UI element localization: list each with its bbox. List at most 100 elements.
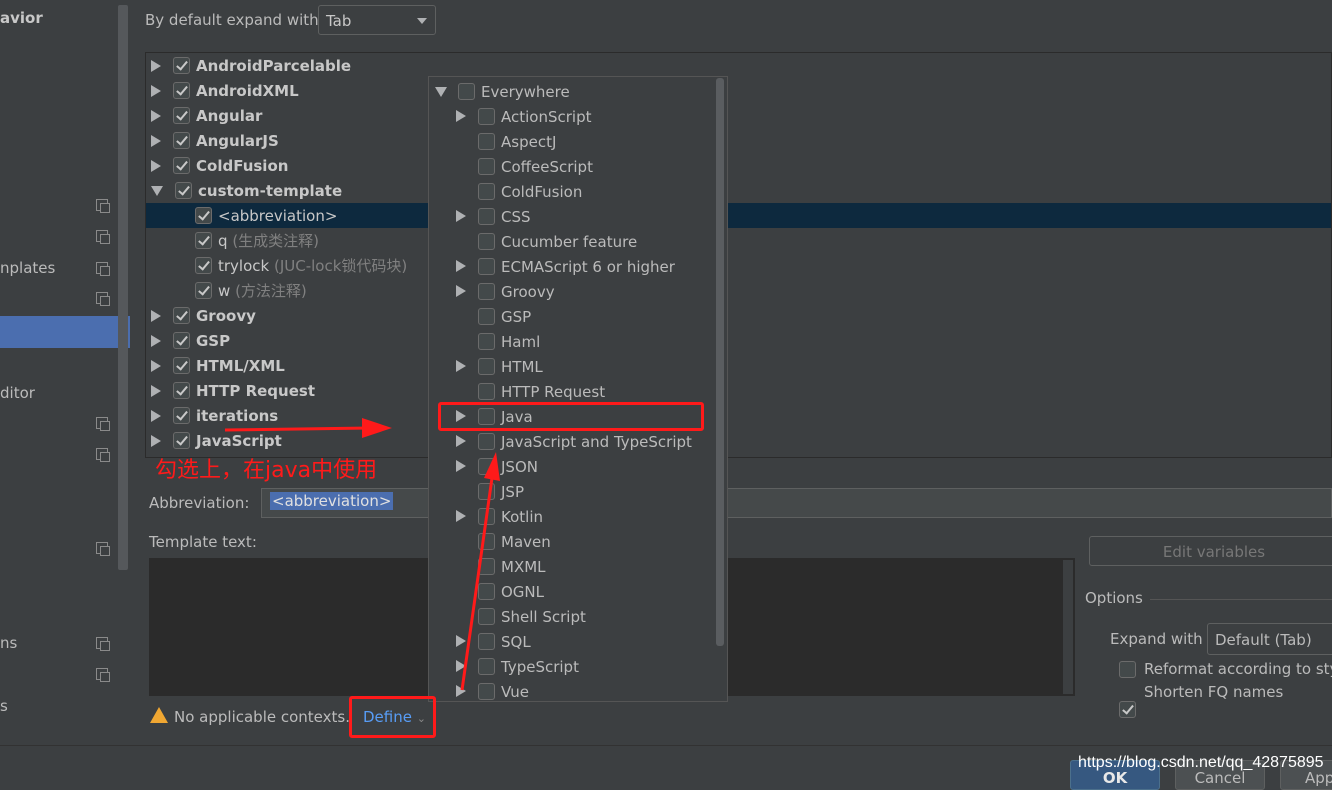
- context-checkbox[interactable]: [478, 583, 495, 600]
- abbreviation-input[interactable]: <abbreviation>: [261, 488, 1332, 518]
- context-popup-scrollbar[interactable]: [716, 78, 724, 646]
- template-row[interactable]: trylock (JUC-lock锁代码块): [146, 253, 1331, 278]
- sidebar-item-s[interactable]: s: [0, 697, 8, 715]
- expand-arrow-icon[interactable]: [456, 359, 466, 372]
- context-item[interactable]: Shell Script: [456, 604, 586, 629]
- context-everywhere[interactable]: Everywhere: [435, 79, 570, 104]
- group-checkbox[interactable]: [173, 357, 190, 374]
- context-checkbox[interactable]: [478, 358, 495, 375]
- context-item[interactable]: Vue: [456, 679, 529, 704]
- template-checkbox[interactable]: [195, 282, 212, 299]
- template-text-scrollbar[interactable]: [1062, 560, 1073, 694]
- context-item[interactable]: Kotlin: [456, 504, 543, 529]
- context-checkbox[interactable]: [478, 258, 495, 275]
- sidebar-scrollbar[interactable]: [118, 5, 128, 570]
- context-checkbox[interactable]: [478, 683, 495, 700]
- context-checkbox[interactable]: [478, 608, 495, 625]
- context-checkbox[interactable]: [478, 208, 495, 225]
- expand-arrow-icon[interactable]: [456, 284, 466, 297]
- expand-arrow-icon[interactable]: [456, 259, 466, 272]
- context-item[interactable]: HTML: [456, 354, 543, 379]
- context-checkbox[interactable]: [478, 133, 495, 150]
- context-item[interactable]: SQL: [456, 629, 531, 654]
- template-checkbox[interactable]: [195, 207, 212, 224]
- context-checkbox[interactable]: [478, 458, 495, 475]
- expand-arrow-icon[interactable]: [456, 659, 466, 672]
- context-checkbox[interactable]: [478, 433, 495, 450]
- tree-group[interactable]: GSP: [146, 328, 1331, 353]
- template-checkbox[interactable]: [195, 232, 212, 249]
- group-checkbox[interactable]: [173, 332, 190, 349]
- tree-group[interactable]: AngularJS: [146, 128, 1331, 153]
- expand-arrow-icon[interactable]: [151, 334, 161, 347]
- context-checkbox[interactable]: [478, 483, 495, 500]
- tree-group[interactable]: AndroidXML: [146, 78, 1331, 103]
- group-checkbox[interactable]: [173, 57, 190, 74]
- expand-arrow-icon[interactable]: [456, 434, 466, 447]
- template-row[interactable]: w (方法注释): [146, 278, 1331, 303]
- context-item[interactable]: TypeScript: [456, 654, 579, 679]
- tree-group[interactable]: iterations: [146, 403, 1331, 428]
- group-checkbox[interactable]: [173, 82, 190, 99]
- group-checkbox[interactable]: [173, 132, 190, 149]
- expand-arrow-icon[interactable]: [151, 309, 161, 322]
- expand-arrow-icon[interactable]: [151, 109, 161, 122]
- context-checkbox[interactable]: [478, 383, 495, 400]
- context-checkbox[interactable]: [478, 633, 495, 650]
- context-item[interactable]: ECMAScript 6 or higher: [456, 254, 675, 279]
- context-checkbox[interactable]: [458, 83, 475, 100]
- collapse-arrow-icon[interactable]: [435, 86, 447, 97]
- context-item[interactable]: MXML: [456, 554, 546, 579]
- context-checkbox[interactable]: [478, 308, 495, 325]
- context-item[interactable]: GSP: [456, 304, 531, 329]
- sidebar-selected-item[interactable]: [0, 316, 130, 348]
- group-checkbox[interactable]: [173, 407, 190, 424]
- context-item[interactable]: CSS: [456, 204, 531, 229]
- expand-arrow-icon[interactable]: [151, 159, 161, 172]
- tree-group[interactable]: AndroidParcelable: [146, 53, 1331, 78]
- tree-group[interactable]: JavaScript: [146, 428, 1331, 453]
- context-checkbox[interactable]: [478, 283, 495, 300]
- context-item[interactable]: ActionScript: [456, 104, 591, 129]
- sidebar-item-editor[interactable]: ditor: [0, 384, 35, 402]
- sidebar-item-ns[interactable]: ns: [0, 634, 17, 652]
- shorten-fq-checkbox[interactable]: [1119, 701, 1136, 718]
- sidebar-item-templates[interactable]: nplates: [0, 259, 55, 277]
- context-checkbox[interactable]: [478, 158, 495, 175]
- tree-group[interactable]: Groovy: [146, 303, 1331, 328]
- group-checkbox[interactable]: [173, 307, 190, 324]
- edit-variables-button[interactable]: Edit variables: [1089, 536, 1332, 566]
- context-item[interactable]: OGNL: [456, 579, 544, 604]
- expand-arrow-icon[interactable]: [456, 209, 466, 222]
- context-item[interactable]: CoffeeScript: [456, 154, 593, 179]
- template-row[interactable]: <abbreviation>: [146, 203, 1331, 228]
- expand-arrow-icon[interactable]: [151, 84, 161, 97]
- context-checkbox[interactable]: [478, 508, 495, 525]
- sidebar-item-behavior[interactable]: avior: [0, 9, 43, 27]
- context-checkbox[interactable]: [478, 558, 495, 575]
- expand-arrow-icon[interactable]: [456, 634, 466, 647]
- context-item[interactable]: JSON: [456, 454, 538, 479]
- context-item[interactable]: JSP: [456, 479, 524, 504]
- group-checkbox[interactable]: [173, 382, 190, 399]
- collapse-arrow-icon[interactable]: [151, 185, 163, 196]
- context-checkbox[interactable]: [478, 183, 495, 200]
- group-checkbox[interactable]: [173, 157, 190, 174]
- context-checkbox[interactable]: [478, 108, 495, 125]
- context-item[interactable]: Cucumber feature: [456, 229, 637, 254]
- group-checkbox[interactable]: [173, 107, 190, 124]
- context-item[interactable]: AspectJ: [456, 129, 556, 154]
- expand-arrow-icon[interactable]: [151, 59, 161, 72]
- context-checkbox[interactable]: [478, 233, 495, 250]
- context-checkbox[interactable]: [478, 533, 495, 550]
- tree-group[interactable]: ColdFusion: [146, 153, 1331, 178]
- context-item[interactable]: Haml: [456, 329, 540, 354]
- context-checkbox[interactable]: [478, 333, 495, 350]
- expand-arrow-icon[interactable]: [456, 459, 466, 472]
- context-checkbox[interactable]: [478, 658, 495, 675]
- expand-arrow-icon[interactable]: [456, 684, 466, 697]
- tree-group[interactable]: custom-template: [146, 178, 1331, 203]
- expand-with-option-dropdown[interactable]: Default (Tab): [1207, 623, 1332, 655]
- context-item[interactable]: Maven: [456, 529, 551, 554]
- reformat-checkbox[interactable]: [1119, 661, 1136, 678]
